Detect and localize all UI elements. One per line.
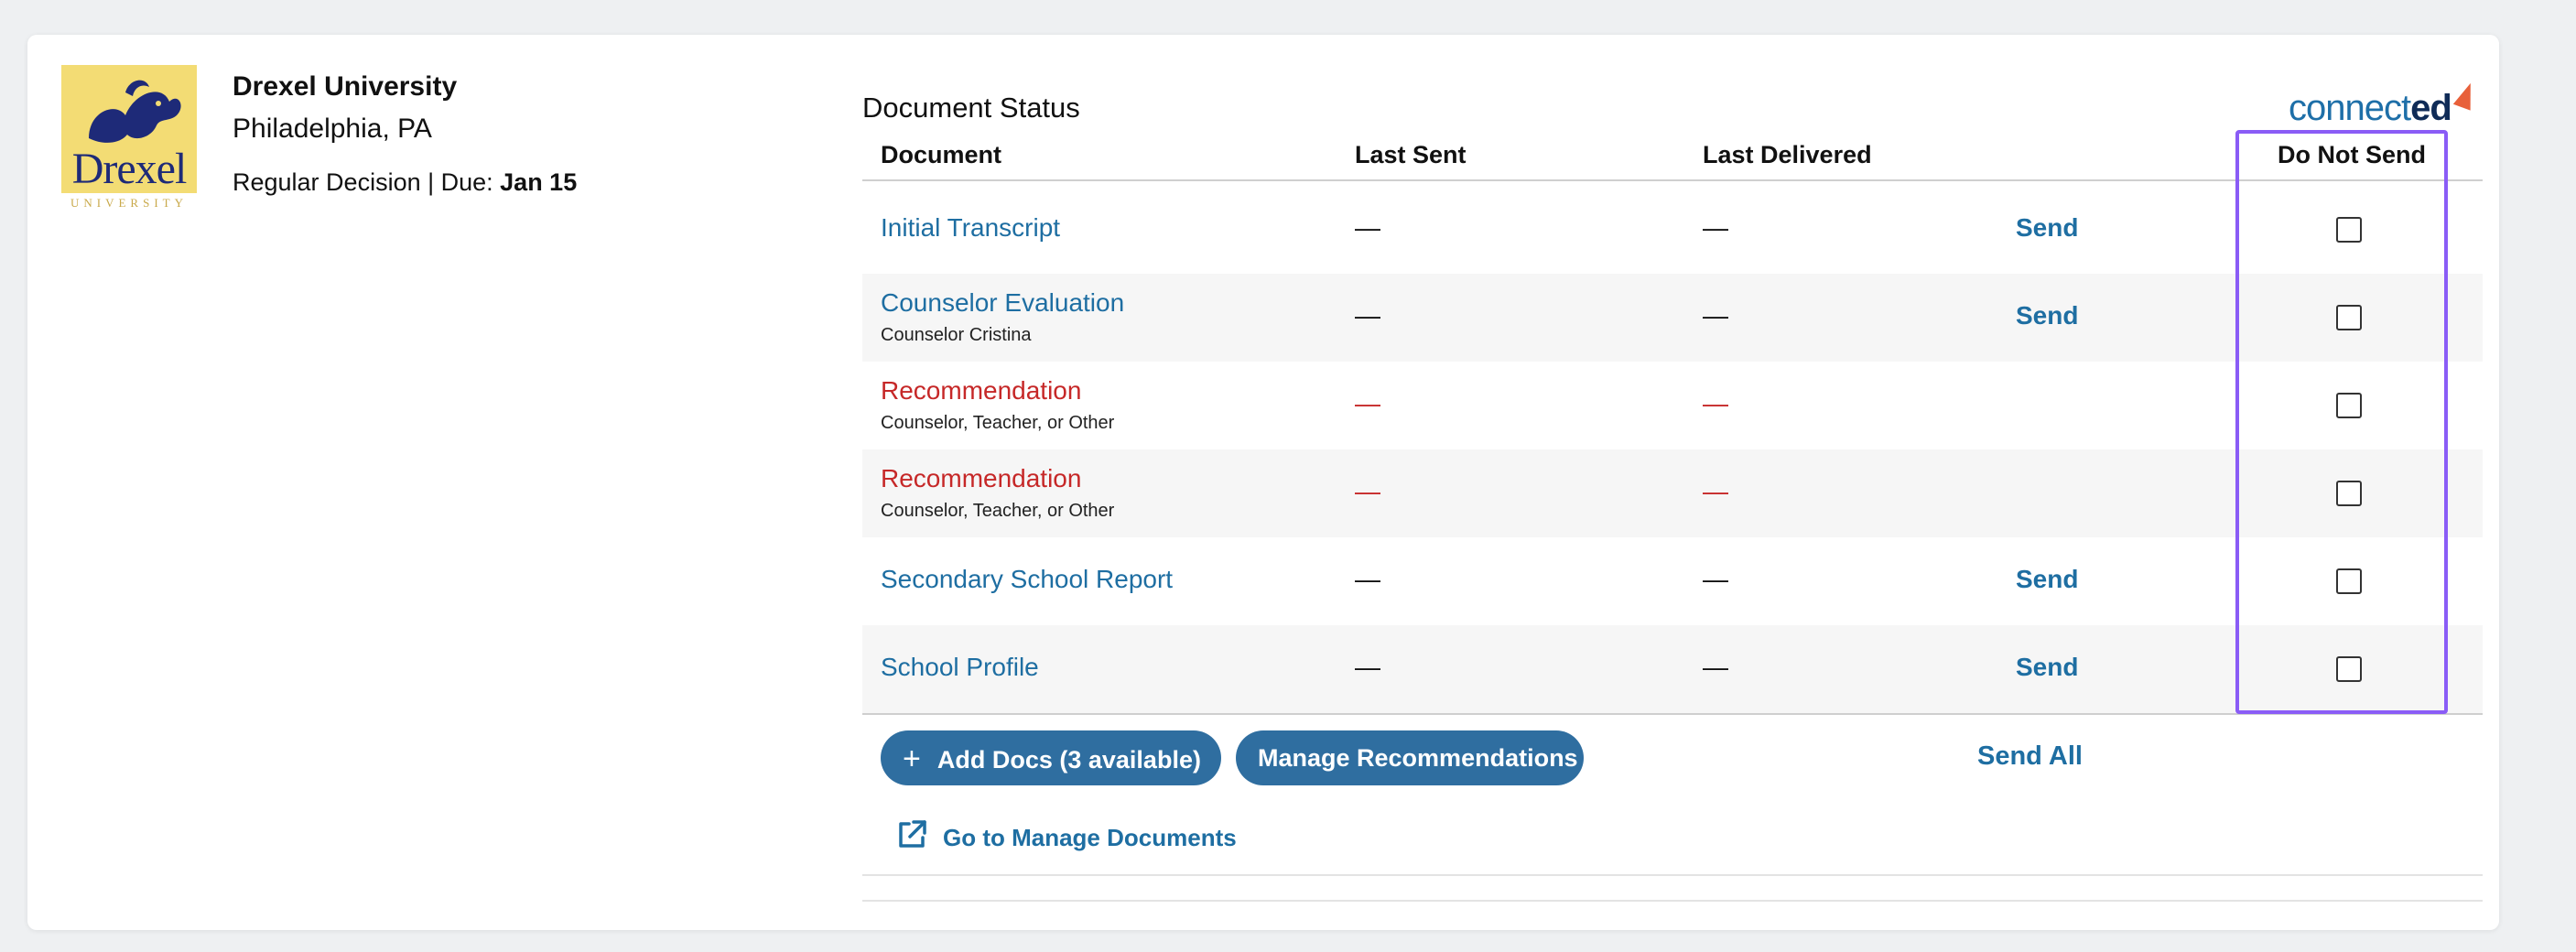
table-row: Recommendation Counselor, Teacher, or Ot… <box>862 362 2483 449</box>
logo-wordmark: Drexel <box>71 145 188 193</box>
last-delivered-value: — <box>1703 477 1728 505</box>
add-docs-button[interactable]: + Add Docs (3 available) <box>881 730 1221 785</box>
external-link-icon <box>899 820 926 848</box>
document-link[interactable]: Recommendation <box>881 376 1081 406</box>
header-document: Document <box>881 141 1002 168</box>
do-not-send-checkbox[interactable] <box>2336 568 2362 594</box>
last-sent-value: — <box>1355 653 1380 681</box>
footer-divider <box>862 900 2483 902</box>
document-subtitle: Counselor, Teacher, or Other <box>881 501 1115 521</box>
document-link[interactable]: Secondary School Report <box>881 565 1173 594</box>
drexel-logo: Drexel UNIVERSITY <box>61 65 197 213</box>
last-delivered-value: — <box>1703 213 1728 242</box>
document-subtitle: Counselor, Teacher, or Other <box>881 413 1115 433</box>
table-row: Secondary School Report — — Send <box>862 537 2483 625</box>
table-row: Initial Transcript — — Send <box>862 186 2483 274</box>
table-header: Document Last Sent Last Delivered Do Not… <box>862 134 2483 181</box>
send-button[interactable]: Send <box>2016 213 2078 243</box>
table-row: School Profile — — Send <box>862 625 2483 713</box>
do-not-send-checkbox[interactable] <box>2336 481 2362 506</box>
last-delivered-value: — <box>1703 389 1728 417</box>
send-button[interactable]: Send <box>2016 565 2078 594</box>
document-status-title: Document Status <box>862 92 1080 124</box>
last-delivered-value: — <box>1703 653 1728 681</box>
table-row: Counselor Evaluation Counselor Cristina … <box>862 274 2483 362</box>
last-sent-value: — <box>1355 301 1380 330</box>
last-sent-value: — <box>1355 389 1380 417</box>
goto-label: Go to Manage Documents <box>943 824 1237 851</box>
do-not-send-checkbox[interactable] <box>2336 393 2362 418</box>
document-link[interactable]: Recommendation <box>881 464 1081 493</box>
footer-divider <box>862 874 2483 876</box>
do-not-send-checkbox[interactable] <box>2336 217 2362 243</box>
logo-subtext: UNIVERSITY <box>61 193 197 213</box>
header-last-delivered: Last Delivered <box>1703 141 1872 168</box>
header-do-not-send: Do Not Send <box>2278 141 2426 168</box>
table-divider <box>862 713 2483 715</box>
table-row: Recommendation Counselor, Teacher, or Ot… <box>862 449 2483 537</box>
send-button[interactable]: Send <box>2016 301 2078 330</box>
last-delivered-value: — <box>1703 301 1728 330</box>
connected-wordmark: connected <box>2289 88 2452 128</box>
last-sent-value: — <box>1355 565 1380 593</box>
college-name: Drexel University <box>233 71 458 102</box>
college-location: Philadelphia, PA <box>233 114 432 144</box>
document-subtitle: Counselor Cristina <box>881 325 1032 345</box>
manage-recommendations-button[interactable]: Manage Recommendations <box>1236 730 1584 785</box>
decision-info: Regular Decision | Due: Jan 15 <box>233 168 577 197</box>
plus-icon: + <box>903 741 921 776</box>
connected-logo: connected <box>2289 80 2481 137</box>
send-button[interactable]: Send <box>2016 653 2078 682</box>
last-sent-value: — <box>1355 213 1380 242</box>
document-link[interactable]: School Profile <box>881 653 1039 682</box>
document-link[interactable]: Counselor Evaluation <box>881 288 1124 318</box>
last-delivered-value: — <box>1703 565 1728 593</box>
decision-label: Regular Decision | Due: <box>233 168 501 196</box>
due-date: Jan 15 <box>500 168 578 196</box>
do-not-send-checkbox[interactable] <box>2336 305 2362 330</box>
document-link[interactable]: Initial Transcript <box>881 213 1060 243</box>
flame-icon <box>2452 80 2480 111</box>
send-all-button[interactable]: Send All <box>1977 741 2083 772</box>
dragon-icon <box>89 80 181 143</box>
do-not-send-checkbox[interactable] <box>2336 656 2362 682</box>
header-last-sent: Last Sent <box>1355 141 1467 168</box>
last-sent-value: — <box>1355 477 1380 505</box>
add-docs-label: Add Docs (3 available) <box>936 746 1201 774</box>
